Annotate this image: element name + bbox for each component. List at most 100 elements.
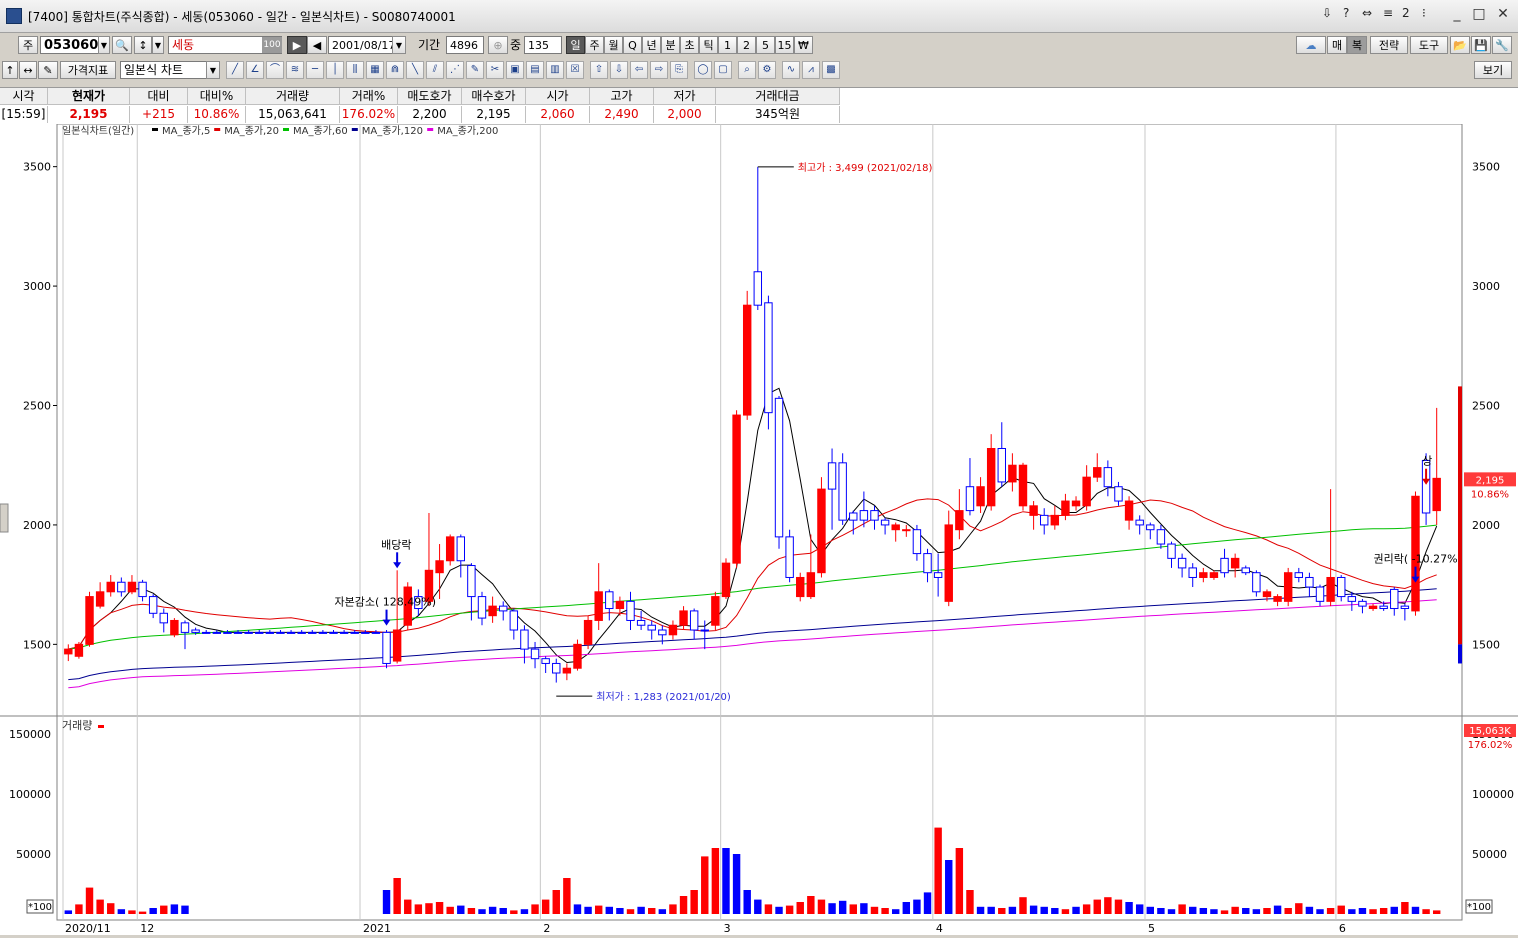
scroll-up-icon[interactable]: ↑ xyxy=(2,61,18,79)
erase-icon[interactable]: ☒ xyxy=(566,61,584,79)
minimize-button[interactable]: _ xyxy=(1446,4,1468,24)
box1-icon[interactable]: ▣ xyxy=(506,61,524,79)
market-selector[interactable]: 주 xyxy=(18,36,38,54)
volume-bar xyxy=(393,878,401,914)
cut-icon[interactable]: ✂ xyxy=(486,61,504,79)
rect-icon[interactable]: ▢ xyxy=(714,61,732,79)
box3-icon[interactable]: ▥ xyxy=(546,61,564,79)
pencil-icon[interactable]: ✎ xyxy=(466,61,484,79)
settings-icon[interactable]: ⚙ xyxy=(758,61,776,79)
candle-body xyxy=(1177,557,1187,569)
ray-icon[interactable]: ╲ xyxy=(406,61,424,79)
save-icon[interactable]: 💾 xyxy=(1471,36,1491,54)
next-button[interactable]: ▶ xyxy=(287,36,307,54)
chart-type-dropdown-icon[interactable]: ▼ xyxy=(206,61,220,79)
pin-icon[interactable]: ⁝ xyxy=(1422,6,1426,20)
angle-icon[interactable]: ∠ xyxy=(246,61,264,79)
pitchfork-icon[interactable]: ⋰ xyxy=(446,61,464,79)
sort-icon[interactable]: ↕ xyxy=(134,36,152,54)
interval-tab-11[interactable]: 15 xyxy=(775,36,794,54)
interval-tab-0[interactable]: 일 xyxy=(566,36,585,54)
tools-button[interactable]: 도구 xyxy=(1410,36,1448,54)
code-dropdown-icon[interactable]: ▼ xyxy=(98,36,110,54)
channel-icon[interactable]: ⫽ xyxy=(426,61,444,79)
maximize-button[interactable]: □ xyxy=(1468,4,1490,24)
interval-tab-6[interactable]: 초 xyxy=(680,36,699,54)
hline-icon[interactable]: ─ xyxy=(306,61,324,79)
price-change-tag-text: 10.86% xyxy=(1471,489,1509,500)
volume-bar xyxy=(605,906,614,914)
count-input[interactable]: 135 xyxy=(524,36,562,54)
interval-tab-8[interactable]: 1 xyxy=(718,36,737,54)
price-volume-chart[interactable]: 2020/11 12 2021 2 3 4 5 6 1500 1500 2000 2000 2500 25… xyxy=(0,123,1518,935)
volume-bar xyxy=(1008,906,1017,914)
interval-tab-4[interactable]: 년 xyxy=(642,36,661,54)
color-icon[interactable]: ▩ xyxy=(822,61,840,79)
link-icon[interactable]: ⇔ xyxy=(1362,6,1372,20)
period-input[interactable]: 4896 xyxy=(446,36,484,54)
candle-body xyxy=(997,447,1006,483)
volume-bar xyxy=(1189,906,1197,914)
up-icon[interactable]: ⇧ xyxy=(590,61,608,79)
fibo-icon[interactable]: ≋ xyxy=(286,61,304,79)
wave-icon[interactable]: ∿ xyxy=(782,61,800,79)
candle-body xyxy=(509,610,519,631)
edit-icon[interactable]: ✎ xyxy=(38,61,58,79)
right-icon[interactable]: ⇨ xyxy=(650,61,668,79)
candle-body xyxy=(732,414,741,564)
x-tick-label: 5 xyxy=(1148,922,1155,935)
fan-icon[interactable]: ⋒ xyxy=(386,61,404,79)
interval-tab-12[interactable]: ₩ xyxy=(794,36,813,54)
expand-icon[interactable]: ↔ xyxy=(19,61,37,79)
date-input[interactable]: 2001/08/17 xyxy=(328,36,398,54)
interval-tab-3[interactable]: Q xyxy=(623,36,642,54)
price-indicator-button[interactable]: 가격지표 xyxy=(60,61,116,79)
download-icon[interactable]: ⇩ xyxy=(1322,6,1332,20)
zoom-icon[interactable]: ⌕ xyxy=(738,61,756,79)
list-icon[interactable]: ≡ xyxy=(1383,6,1393,20)
open-icon[interactable]: 📂 xyxy=(1450,36,1470,54)
volume-bar xyxy=(1210,909,1218,914)
strategy-button[interactable]: 전략 xyxy=(1370,36,1408,54)
down-icon[interactable]: ⇩ xyxy=(610,61,628,79)
prev-button[interactable]: ◀ xyxy=(307,36,327,54)
copy-icon[interactable]: ⎘ xyxy=(670,61,688,79)
close-button[interactable]: ✕ xyxy=(1492,4,1514,24)
vline-icon[interactable]: │ xyxy=(326,61,344,79)
mountain-icon[interactable]: ⩘ xyxy=(802,61,820,79)
candle-body xyxy=(488,605,497,617)
stock-code-input[interactable]: 053060 xyxy=(40,36,100,54)
arc-icon[interactable]: ⌒ xyxy=(266,61,284,79)
interval-tab-7[interactable]: 틱 xyxy=(699,36,718,54)
chart-type-select[interactable]: 일본식 차트 xyxy=(120,61,210,79)
multi-button[interactable]: 복 xyxy=(1347,36,1367,54)
sort-dropdown-icon[interactable]: ▼ xyxy=(152,36,164,54)
period-label: 기간 xyxy=(418,38,441,52)
capital-reduction-label: 자본감소( 128.49%) xyxy=(335,596,437,609)
interval-tab-5[interactable]: 분 xyxy=(661,36,680,54)
buy-button[interactable]: 매 xyxy=(1327,36,1347,54)
screen-number[interactable]: 2 xyxy=(1402,6,1410,20)
volume-bar xyxy=(1284,908,1292,914)
interval-tab-10[interactable]: 5 xyxy=(756,36,775,54)
view-button[interactable]: 보기 xyxy=(1474,61,1512,79)
grid2-icon[interactable]: ▦ xyxy=(366,61,384,79)
side-handle[interactable] xyxy=(0,503,9,533)
box2-icon[interactable]: ▤ xyxy=(526,61,544,79)
help-icon[interactable]: ? xyxy=(1343,6,1349,20)
trendline-icon[interactable]: ╱ xyxy=(226,61,244,79)
interval-tab-1[interactable]: 주 xyxy=(585,36,604,54)
interval-tab-2[interactable]: 월 xyxy=(604,36,623,54)
zoom-icon[interactable]: ⊕ xyxy=(488,36,508,54)
grid1-icon[interactable]: ⫼ xyxy=(346,61,364,79)
interval-tab-9[interactable]: 2 xyxy=(737,36,756,54)
quote-header-9: 고가 xyxy=(590,88,654,105)
circle-icon[interactable]: ◯ xyxy=(694,61,712,79)
date-dropdown-icon[interactable]: ▼ xyxy=(392,36,406,54)
wrench-icon[interactable]: 🔧 xyxy=(1492,36,1512,54)
cloud-icon[interactable]: ☁ xyxy=(1296,36,1326,54)
left-icon[interactable]: ⇦ xyxy=(630,61,648,79)
candle-body xyxy=(636,619,646,626)
search-icon[interactable]: 🔍 xyxy=(112,36,132,54)
candle-body xyxy=(1082,476,1091,507)
